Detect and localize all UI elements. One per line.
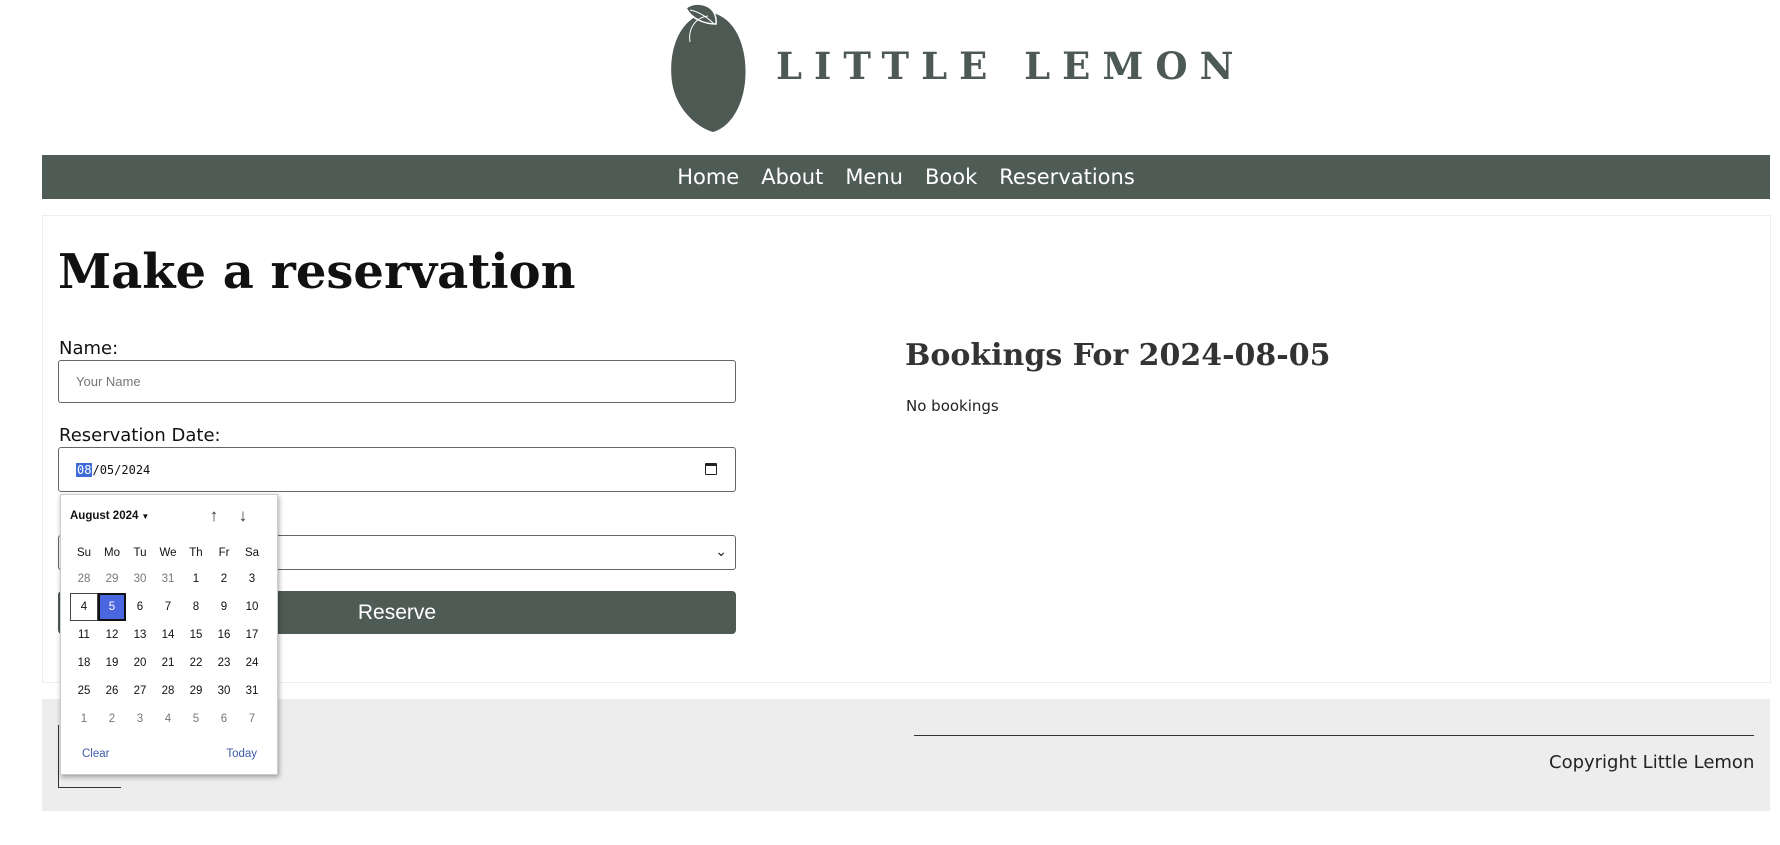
weekday-label: Sa (244, 547, 260, 559)
nav-book[interactable]: Book (925, 165, 977, 189)
weekday-header: Su Mo Tu We Th Fr Sa (70, 547, 266, 559)
calendar-day[interactable]: 7 (154, 593, 182, 621)
calendar-day[interactable]: 15 (182, 621, 210, 649)
calendar-day[interactable]: 30 (126, 565, 154, 593)
date-year-segment[interactable]: 2024 (121, 463, 150, 477)
calendar-day[interactable]: 9 (210, 593, 238, 621)
calendar-day[interactable]: 4 (70, 593, 98, 621)
weekday-label: Th (189, 547, 203, 559)
calendar-day[interactable]: 6 (126, 593, 154, 621)
calendar-day[interactable]: 18 (70, 649, 98, 677)
calendar-day[interactable]: 2 (210, 565, 238, 593)
calendar-day[interactable]: 27 (126, 677, 154, 705)
calendar-day[interactable]: 31 (238, 677, 266, 705)
weekday-label: Fr (218, 547, 230, 559)
page-title: Make a reservation (58, 244, 576, 300)
calendar-day[interactable]: 6 (210, 705, 238, 733)
calendar-day[interactable]: 19 (98, 649, 126, 677)
calendar-day[interactable]: 13 (126, 621, 154, 649)
nav-menu[interactable]: Menu (845, 165, 903, 189)
month-year-label: August 2024 (70, 510, 139, 522)
month-year-selector[interactable]: August 2024 ▼ (70, 510, 149, 522)
reservation-date-input[interactable]: 08/05/2024 (58, 447, 736, 492)
today-button[interactable]: Today (226, 748, 257, 760)
nav-reservations[interactable]: Reservations (999, 165, 1135, 189)
calendar-day[interactable]: 21 (154, 649, 182, 677)
calendar-day[interactable]: 26 (98, 677, 126, 705)
calendar-day[interactable]: 3 (126, 705, 154, 733)
bookings-title: Bookings For 2024-08-05 (905, 338, 1331, 373)
bookings-empty-text: No bookings (906, 397, 999, 415)
nav-home[interactable]: Home (677, 165, 739, 189)
arrow-down-icon[interactable]: ↓ (232, 505, 254, 527)
calendar-day[interactable]: 28 (154, 677, 182, 705)
calendar-day[interactable]: 3 (238, 565, 266, 593)
calendar-day[interactable]: 14 (154, 621, 182, 649)
calendar-day[interactable]: 17 (238, 621, 266, 649)
calendar-day[interactable]: 16 (210, 621, 238, 649)
main-nav: Home About Menu Book Reservations (42, 155, 1770, 199)
calendar-day[interactable]: 1 (70, 705, 98, 733)
lemon-icon (671, 3, 746, 132)
calendar-day[interactable]: 4 (154, 705, 182, 733)
calendar-day[interactable]: 2 (98, 705, 126, 733)
logo[interactable] (668, 0, 748, 135)
date-picker-popup: August 2024 ▼ ↑ ↓ Su Mo Tu We Th Fr Sa 28 29 30 31… (60, 494, 278, 775)
chevron-down-icon: ⌄ (715, 544, 727, 560)
calendar-day[interactable]: 20 (126, 649, 154, 677)
name-label: Name: (59, 338, 119, 359)
caret-down-icon: ▼ (141, 512, 150, 521)
calendar-day[interactable]: 12 (98, 621, 126, 649)
calendar-day[interactable]: 24 (238, 649, 266, 677)
footer-divider (914, 735, 1754, 736)
calendar-day[interactable]: 23 (210, 649, 238, 677)
calendar-grid: 28 29 30 31 1 2 3 4 5 6 7 8 9 10 11 12 13 14 15 16 17 18 19 20 2… (70, 565, 266, 733)
weekday-label: We (159, 547, 177, 559)
weekday-label: Tu (133, 547, 147, 559)
calendar-day[interactable]: 31 (154, 565, 182, 593)
weekday-label: Mo (104, 547, 120, 559)
date-month-segment[interactable]: 08 (76, 462, 93, 477)
nav-about[interactable]: About (761, 165, 823, 189)
calendar-day[interactable]: 11 (70, 621, 98, 649)
calendar-icon[interactable] (705, 463, 717, 475)
calendar-day[interactable]: 5 (182, 705, 210, 733)
date-day-segment[interactable]: 05 (100, 463, 114, 477)
calendar-day[interactable]: 29 (182, 677, 210, 705)
date-label: Reservation Date: (59, 425, 221, 446)
calendar-day[interactable]: 22 (182, 649, 210, 677)
calendar-day[interactable]: 8 (182, 593, 210, 621)
calendar-day[interactable]: 1 (182, 565, 210, 593)
clear-button[interactable]: Clear (82, 748, 109, 760)
date-separator: / (92, 462, 100, 477)
arrow-up-icon[interactable]: ↑ (203, 505, 225, 527)
footer (42, 699, 1770, 811)
brand-name: LITTLE LEMON (776, 44, 1246, 88)
calendar-day[interactable]: 5 (98, 593, 126, 621)
calendar-day[interactable]: 30 (210, 677, 238, 705)
calendar-day[interactable]: 28 (70, 565, 98, 593)
calendar-day[interactable]: 7 (238, 705, 266, 733)
name-input[interactable] (58, 360, 736, 403)
copyright-text: Copyright Little Lemon (1549, 752, 1755, 773)
weekday-label: Su (76, 547, 92, 559)
calendar-day[interactable]: 29 (98, 565, 126, 593)
date-separator: / (114, 462, 122, 477)
calendar-day[interactable]: 25 (70, 677, 98, 705)
calendar-day[interactable]: 10 (238, 593, 266, 621)
